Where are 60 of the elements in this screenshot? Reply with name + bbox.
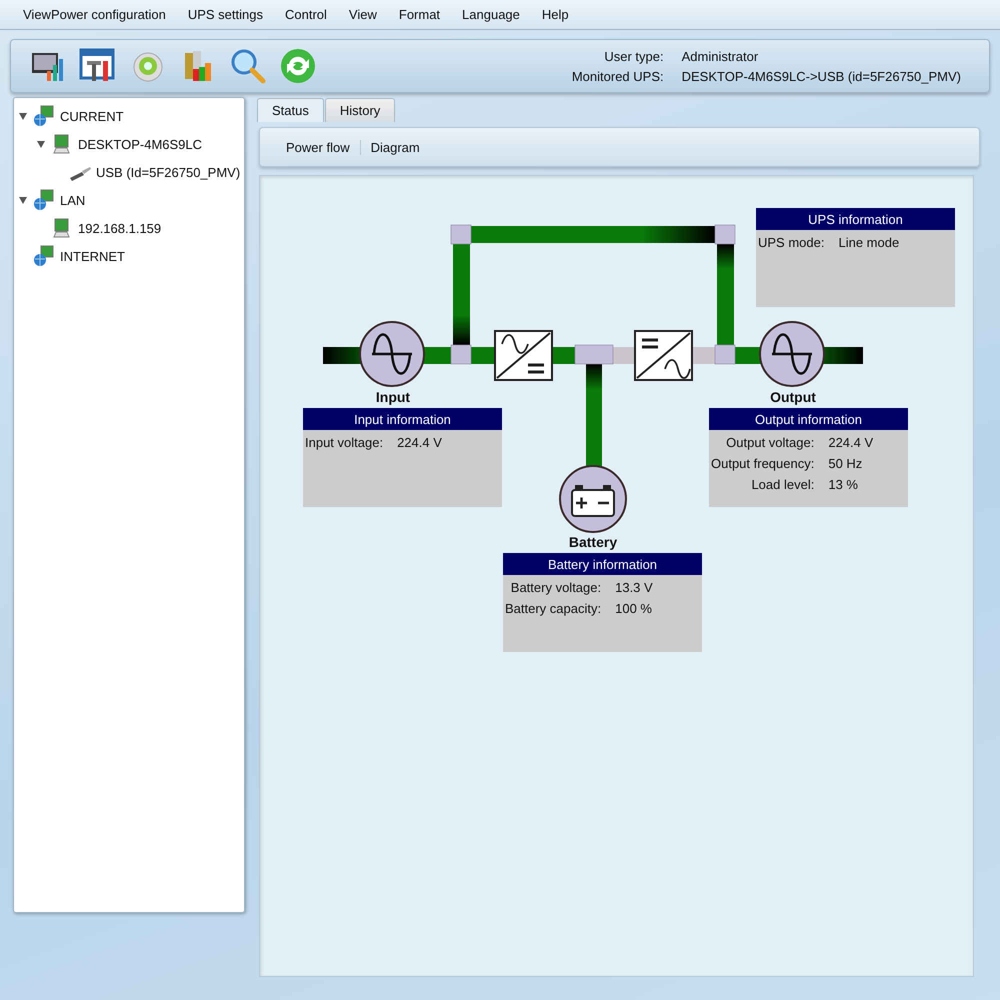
tree-item[interactable]: 192.168.1.159 — [78, 220, 162, 236]
rectifier-icon — [494, 330, 553, 381]
tree-item[interactable]: INTERNET — [60, 248, 125, 264]
menu-item[interactable]: UPS settings — [176, 7, 274, 22]
expand-caret-icon[interactable] — [18, 195, 28, 205]
field-label: Battery voltage: — [510, 580, 602, 595]
menu-item[interactable]: ViewPower configuration — [12, 7, 177, 22]
tab[interactable]: History — [324, 98, 396, 122]
field-value: Line mode — [838, 235, 900, 250]
junction-block — [450, 344, 472, 364]
junction-block — [714, 344, 736, 364]
view-link[interactable]: Diagram — [360, 140, 430, 154]
field-value: 100 % — [615, 601, 653, 616]
junction-block — [714, 224, 736, 244]
info-value: Administrator — [682, 48, 760, 64]
field-value: 13 % — [828, 477, 859, 492]
field-label: UPS mode: — [758, 235, 824, 250]
network-computer-icon — [32, 188, 56, 212]
field-label: Battery capacity: — [505, 601, 602, 616]
field-value: 13.3 V — [615, 580, 653, 595]
panel-title: Output information — [709, 408, 908, 430]
network-computer-icon — [32, 244, 56, 268]
tree-item[interactable]: USB (Id=5F26750_PMV) — [96, 164, 240, 180]
expand-caret-icon[interactable] — [36, 139, 46, 149]
network-computer-icon — [32, 104, 56, 128]
menu-item[interactable]: Format — [388, 7, 452, 22]
battery-icon — [559, 465, 627, 533]
field-value: 224.4 V — [397, 435, 442, 450]
field-label: Load level: — [750, 477, 814, 492]
expand-caret-icon[interactable] — [18, 111, 28, 121]
field-value: 224.4 V — [828, 435, 874, 450]
field-label: Output frequency: — [711, 456, 814, 471]
node-label: Battery — [568, 534, 618, 550]
junction-block — [574, 344, 614, 364]
info-value: DESKTOP-4M6S9LC->USB (id=5F26750_PMV) — [682, 68, 961, 84]
search-icon[interactable] — [229, 47, 267, 85]
field-value: 50 Hz — [828, 456, 864, 471]
tab[interactable]: Status — [257, 98, 324, 122]
menu-item[interactable]: Control — [274, 7, 338, 22]
menu-item[interactable]: Help — [530, 7, 580, 22]
node-label: Output — [770, 389, 816, 405]
inverter-icon — [634, 330, 693, 381]
panel-title: UPS information — [756, 208, 955, 230]
info-label: User type: — [603, 48, 664, 64]
field-label: Input voltage: — [305, 435, 384, 450]
info-label: Monitored UPS: — [572, 68, 664, 84]
panel-title: Input information — [303, 408, 502, 430]
view-link[interactable]: Power flow — [276, 140, 360, 154]
menu-item[interactable]: Language — [451, 7, 531, 22]
tree-item[interactable]: DESKTOP-4M6S9LC — [78, 136, 202, 152]
menu-item[interactable]: View — [338, 7, 388, 22]
panel-title: Battery information — [503, 553, 702, 575]
refresh-icon[interactable] — [279, 47, 317, 85]
sine-wave-icon — [759, 321, 825, 387]
junction-block — [450, 224, 472, 244]
tree-item[interactable]: CURRENT — [60, 108, 124, 124]
node-label: Input — [376, 389, 410, 405]
sine-wave-icon — [359, 321, 425, 387]
tree-item[interactable]: LAN — [60, 192, 86, 208]
field-label: Output voltage: — [725, 435, 814, 450]
